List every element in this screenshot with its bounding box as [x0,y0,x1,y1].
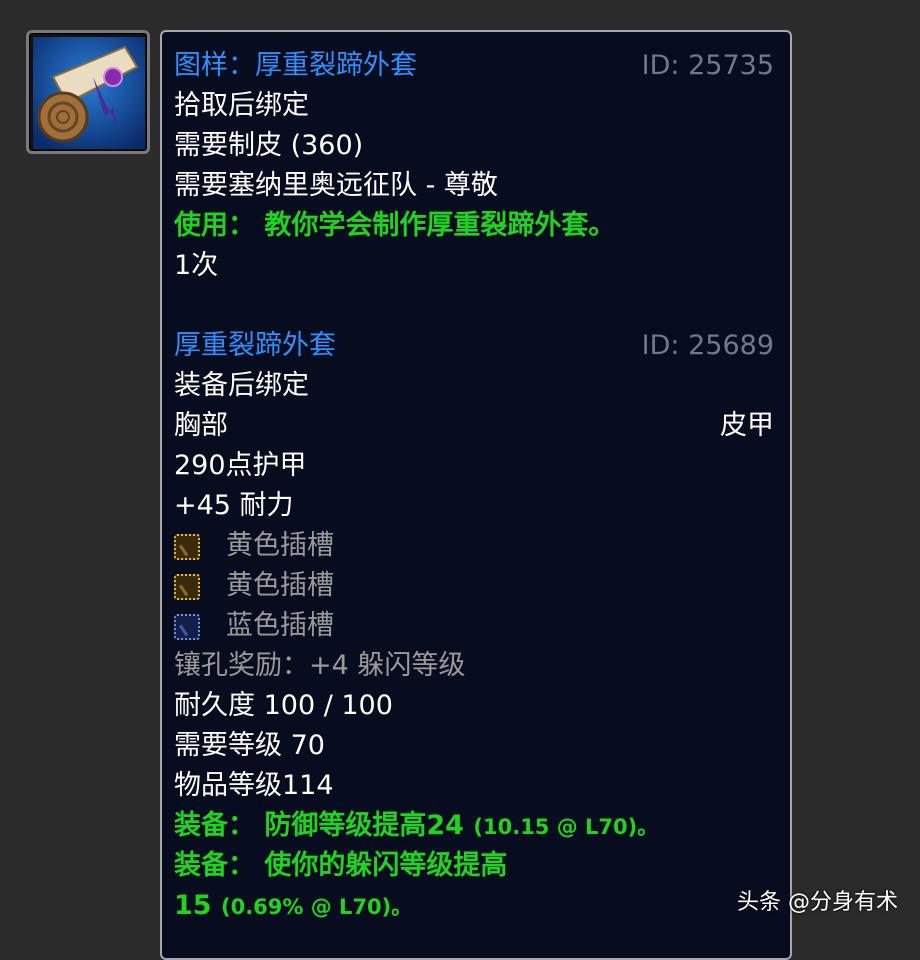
equip-effect-detail: (10.15 @ L70)。 [473,815,659,839]
item-bind: 装备后绑定 [174,370,309,401]
recipe-title-row: 图样：厚重裂蹄外套 ID: 25735 [174,46,774,86]
yellow-socket-icon [174,574,200,600]
item-slot-row: 胸部 皮甲 [174,406,774,446]
item-durability: 耐久度 100 / 100 [174,690,393,721]
item-armor-type: 皮甲 [720,410,774,441]
item-level: 物品等级114 [174,770,334,801]
equip-effect-dodge-cont: 15 (0.69% @ L70)。 [174,886,774,926]
item-armor: 290点护甲 [174,450,307,481]
item-stamina: +45 耐力 [174,490,294,521]
recipe-charges: 1次 [174,250,219,281]
socket-label: 黄色插槽 [226,530,334,561]
item-title-row: 厚重裂蹄外套 ID: 25689 [174,326,774,366]
socket-row: 蓝色插槽 [174,606,774,646]
item-id: ID: 25689 [641,330,774,361]
recipe-bind: 拾取后绑定 [174,90,309,121]
recipe-id: ID: 25735 [641,50,774,81]
recipe-use-effect: 使用： 教你学会制作厚重裂蹄外套。 [174,210,616,241]
yellow-socket-icon [174,534,200,560]
equip-effect-defense: 装备： 防御等级提高24 (10.15 @ L70)。 [174,806,774,846]
item-name: 厚重裂蹄外套 [174,330,336,361]
socket-row: 黄色插槽 [174,566,774,606]
watermark: 头条 @分身有术 [737,890,898,915]
recipe-scroll-icon [33,37,145,149]
socket-bonus: 镶孔奖励：+4 躲闪等级 [174,650,466,681]
item-tooltip: 图样：厚重裂蹄外套 ID: 25735 拾取后绑定 需要制皮 (360) 需要塞… [160,30,792,960]
item-slot: 胸部 [174,410,228,441]
equip-effect-detail: (0.69% @ L70)。 [220,895,413,919]
equip-effect-text: 装备： 防御等级提高24 [174,810,464,841]
recipe-requires-skill: 需要制皮 (360) [174,130,364,161]
socket-row: 黄色插槽 [174,526,774,566]
equip-effect-dodge: 装备： 使你的躲闪等级提高 [174,850,508,881]
equip-effect-value: 15 [174,890,212,921]
recipe-name: 图样：厚重裂蹄外套 [174,50,417,81]
recipe-requires-reputation: 需要塞纳里奥远征队 - 尊敬 [174,170,498,201]
item-required-level: 需要等级 70 [174,730,325,761]
blue-socket-icon [174,614,200,640]
socket-label: 黄色插槽 [226,570,334,601]
recipe-item-icon[interactable] [26,30,150,154]
socket-label: 蓝色插槽 [226,610,334,641]
